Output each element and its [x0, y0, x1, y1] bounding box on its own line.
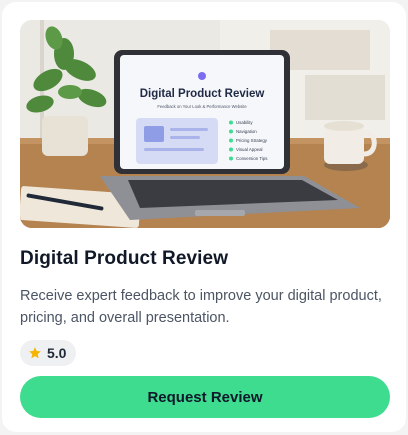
screen-check-item: Visual Appeal	[236, 147, 263, 152]
rating-value: 5.0	[47, 345, 67, 361]
screen-check-item: Pricing Strategy	[236, 138, 268, 143]
screen-check-item: Usability	[236, 120, 253, 125]
rating-badge: 5.0	[20, 340, 77, 366]
screen-check-item: Conversion Tips	[236, 156, 268, 161]
screen-heading: Digital Product Review	[140, 88, 265, 100]
card-title: Digital Product Review	[20, 248, 229, 269]
product-card: Digital Product Review Feedback on Your …	[2, 2, 406, 432]
screen-subheading: Feedback on Your Look & Performance Webs…	[157, 104, 247, 109]
screen-check-item: Navigation	[236, 129, 257, 134]
request-review-button[interactable]: Request Review	[20, 376, 390, 418]
card-description: Receive expert feedback to improve your …	[20, 288, 382, 326]
product-image: Digital Product Review Feedback on Your …	[20, 20, 390, 228]
star-icon	[29, 347, 41, 359]
